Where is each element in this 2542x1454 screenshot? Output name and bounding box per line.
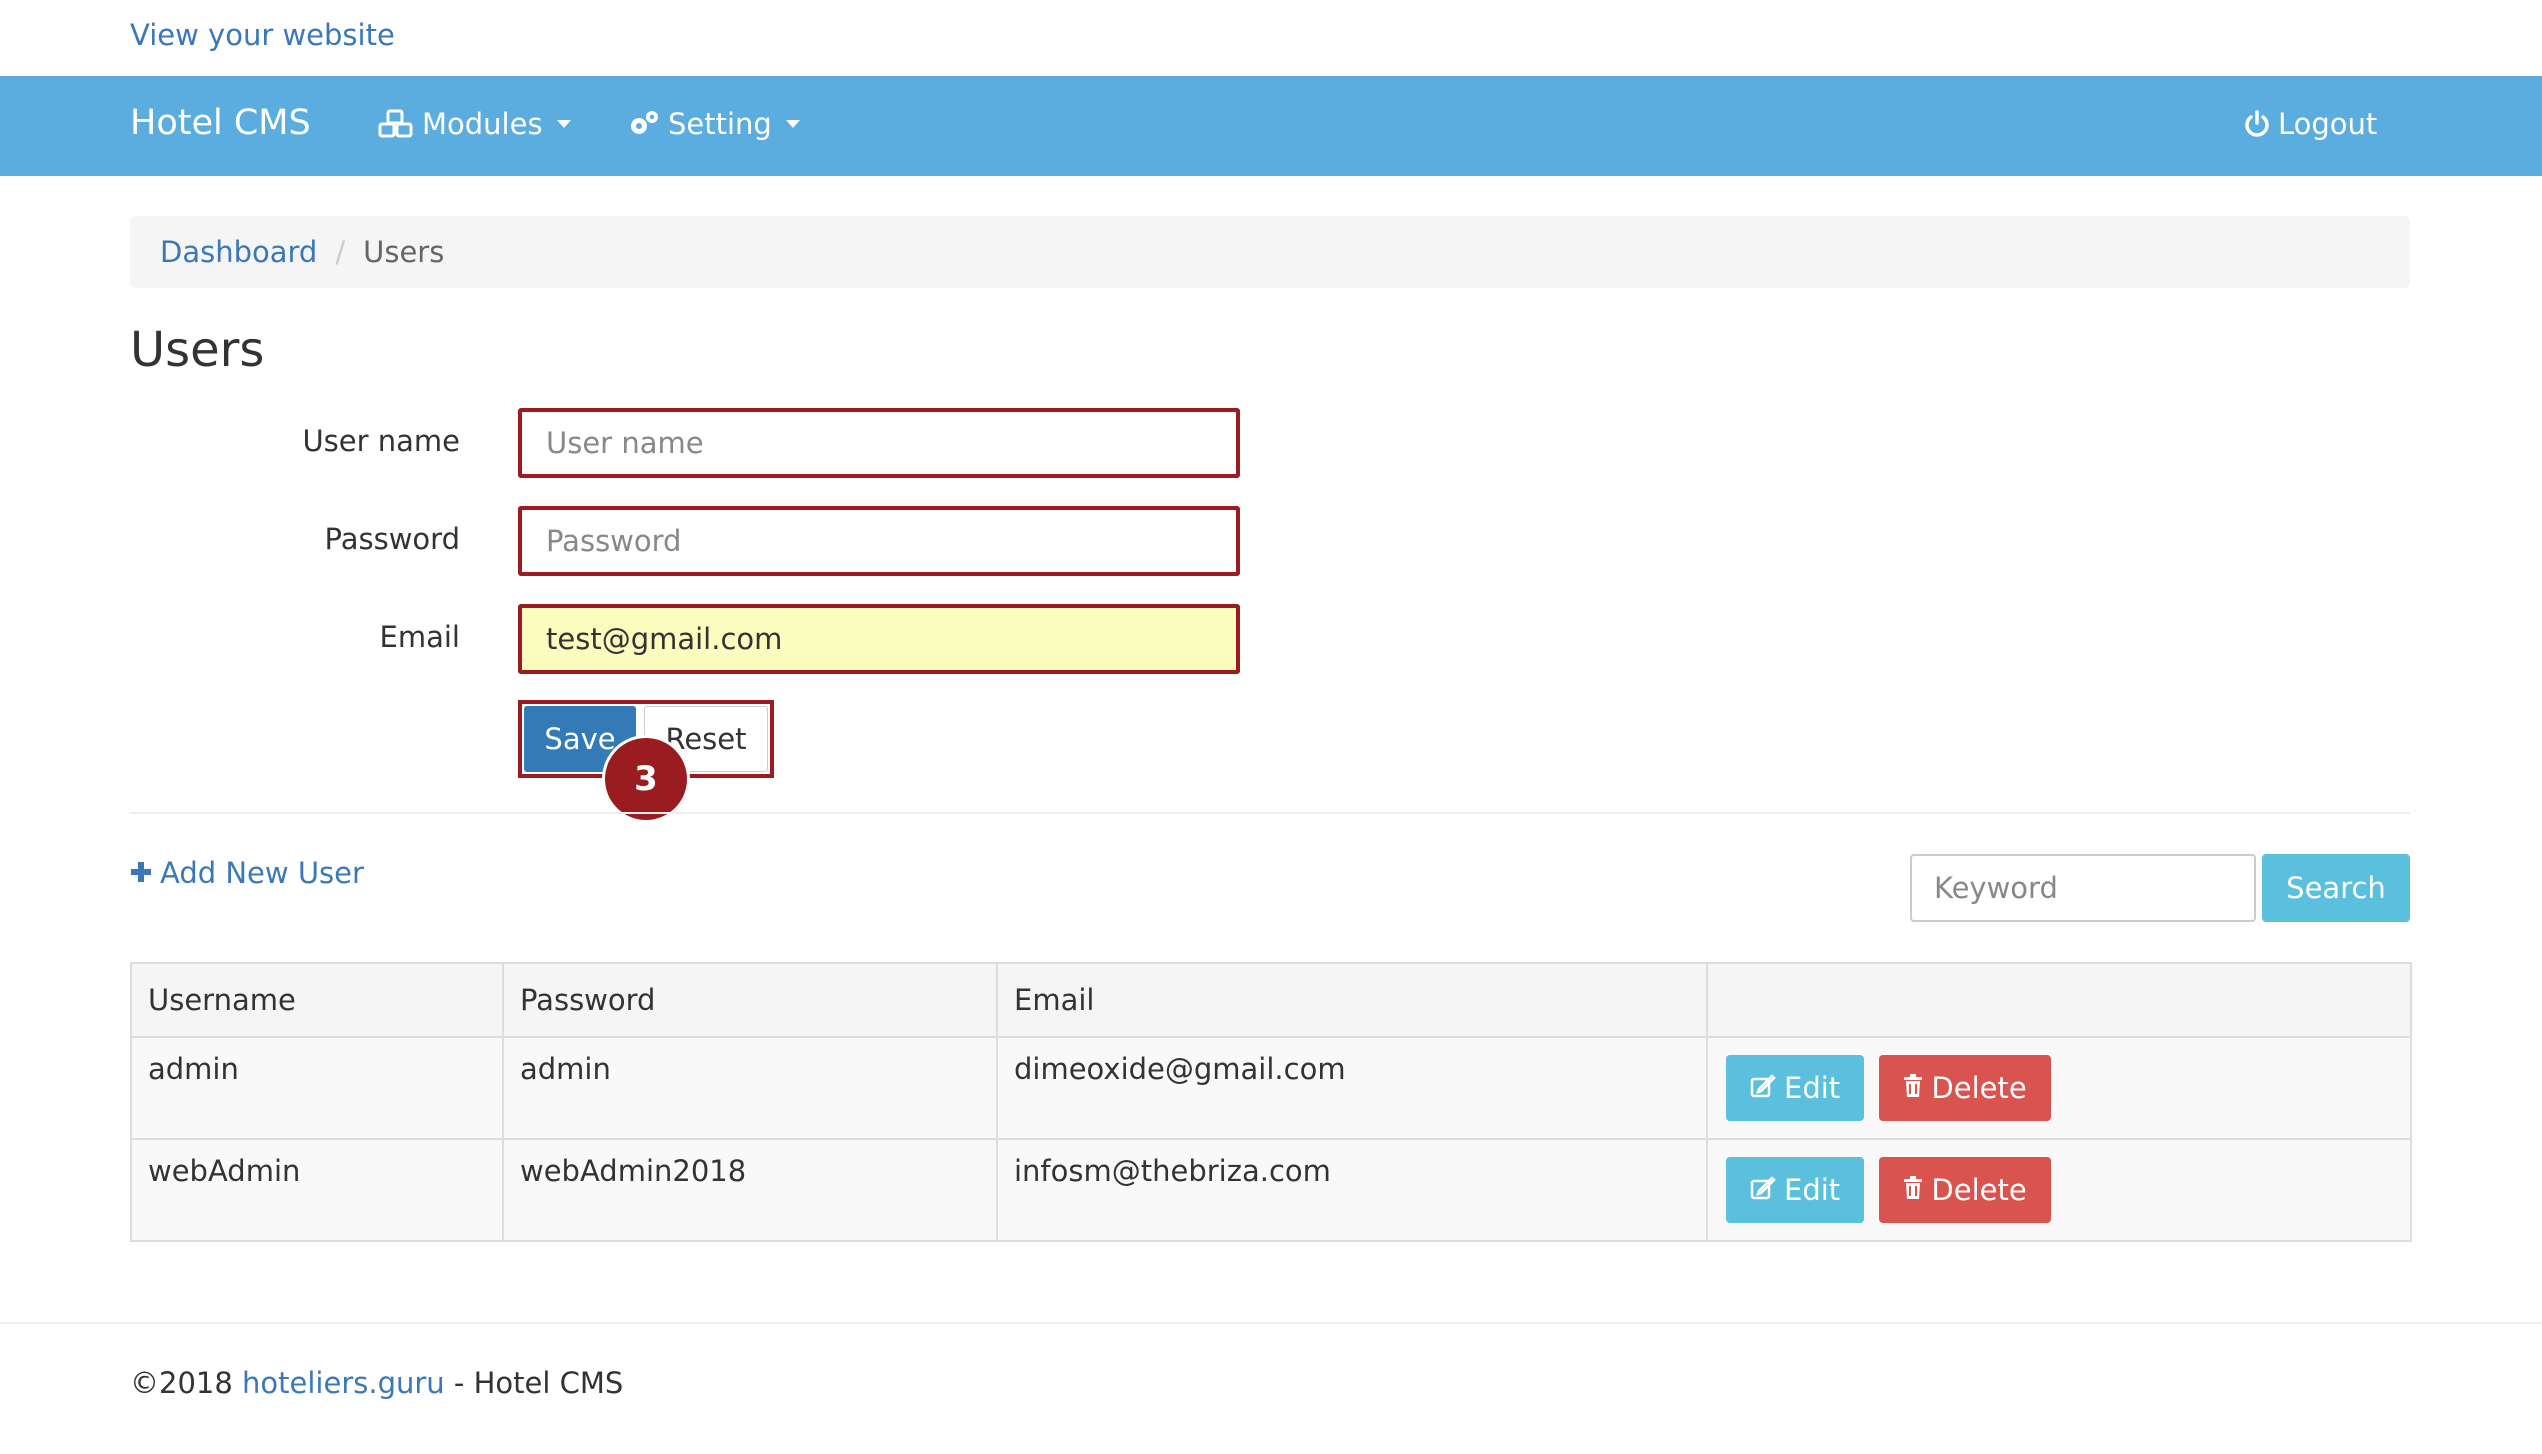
password-input[interactable] bbox=[518, 506, 1240, 576]
cell-username: admin bbox=[130, 1036, 504, 1140]
header-username: Username bbox=[130, 962, 504, 1038]
trash-icon bbox=[1903, 1071, 1923, 1105]
cell-actions: Edit Delete bbox=[1706, 1036, 2412, 1140]
cell-actions: Edit Delete bbox=[1706, 1138, 2412, 1242]
navbar: Hotel CMS Modules Setting Logout bbox=[0, 76, 2542, 176]
modules-menu[interactable]: Modules bbox=[378, 107, 571, 141]
step-badge: 3 bbox=[605, 738, 687, 820]
footer-suffix: - Hotel CMS bbox=[453, 1366, 624, 1400]
plus-icon bbox=[130, 856, 152, 890]
cell-email: infosm@thebriza.com bbox=[996, 1138, 1708, 1242]
cubes-icon bbox=[378, 109, 414, 139]
view-website-link[interactable]: View your website bbox=[130, 18, 395, 52]
password-label: Password bbox=[324, 522, 460, 556]
table-row: admin admin dimeoxide@gmail.com Edit Del… bbox=[130, 1036, 2412, 1140]
edit-button[interactable]: Edit bbox=[1726, 1157, 1865, 1223]
power-icon bbox=[2244, 110, 2270, 138]
edit-button[interactable]: Edit bbox=[1726, 1055, 1865, 1121]
edit-icon bbox=[1750, 1071, 1776, 1105]
footer-divider bbox=[0, 1322, 2542, 1324]
breadcrumb-dashboard[interactable]: Dashboard bbox=[160, 235, 317, 269]
setting-label: Setting bbox=[668, 107, 772, 141]
add-new-user-link[interactable]: Add New User bbox=[130, 856, 364, 890]
page-title: Users bbox=[130, 322, 265, 378]
edit-label: Edit bbox=[1784, 1071, 1841, 1105]
delete-label: Delete bbox=[1931, 1071, 2027, 1105]
breadcrumb: Dashboard / Users bbox=[130, 216, 2410, 288]
header-password: Password bbox=[502, 962, 998, 1038]
chevron-down-icon bbox=[556, 120, 571, 128]
email-label: Email bbox=[379, 620, 460, 654]
header-actions bbox=[1706, 962, 2412, 1038]
logout-label: Logout bbox=[2278, 107, 2378, 141]
add-new-user-label: Add New User bbox=[160, 856, 364, 890]
email-input[interactable] bbox=[518, 604, 1240, 674]
footer: ©2018 hoteliers.guru - Hotel CMS bbox=[130, 1366, 623, 1400]
gears-icon bbox=[628, 109, 660, 139]
table-row: webAdmin webAdmin2018 infosm@thebriza.co… bbox=[130, 1138, 2412, 1242]
modules-label: Modules bbox=[422, 107, 543, 141]
delete-button[interactable]: Delete bbox=[1879, 1055, 2051, 1121]
brand-link[interactable]: Hotel CMS bbox=[130, 103, 311, 143]
keyword-search-input[interactable] bbox=[1910, 854, 2256, 922]
cell-username: webAdmin bbox=[130, 1138, 504, 1242]
search-button[interactable]: Search bbox=[2262, 854, 2410, 922]
divider bbox=[130, 812, 2410, 814]
cell-email: dimeoxide@gmail.com bbox=[996, 1036, 1708, 1140]
edit-icon bbox=[1750, 1173, 1776, 1207]
cell-password: admin bbox=[502, 1036, 998, 1140]
footer-site-link[interactable]: hoteliers.guru bbox=[242, 1366, 445, 1400]
delete-button[interactable]: Delete bbox=[1879, 1157, 2051, 1223]
username-label: User name bbox=[302, 424, 460, 458]
setting-menu[interactable]: Setting bbox=[628, 107, 800, 141]
header-email: Email bbox=[996, 962, 1708, 1038]
table-header-row: Username Password Email bbox=[130, 962, 2412, 1038]
delete-label: Delete bbox=[1931, 1173, 2027, 1207]
username-input[interactable] bbox=[518, 408, 1240, 478]
cell-password: webAdmin2018 bbox=[502, 1138, 998, 1242]
breadcrumb-current: Users bbox=[363, 235, 445, 269]
footer-copyright: ©2018 bbox=[130, 1366, 233, 1400]
chevron-down-icon bbox=[785, 120, 800, 128]
logout-link[interactable]: Logout bbox=[2244, 107, 2377, 141]
users-table: Username Password Email admin admin dime… bbox=[130, 962, 2412, 1242]
edit-label: Edit bbox=[1784, 1173, 1841, 1207]
breadcrumb-separator: / bbox=[335, 235, 346, 269]
trash-icon bbox=[1903, 1173, 1923, 1207]
